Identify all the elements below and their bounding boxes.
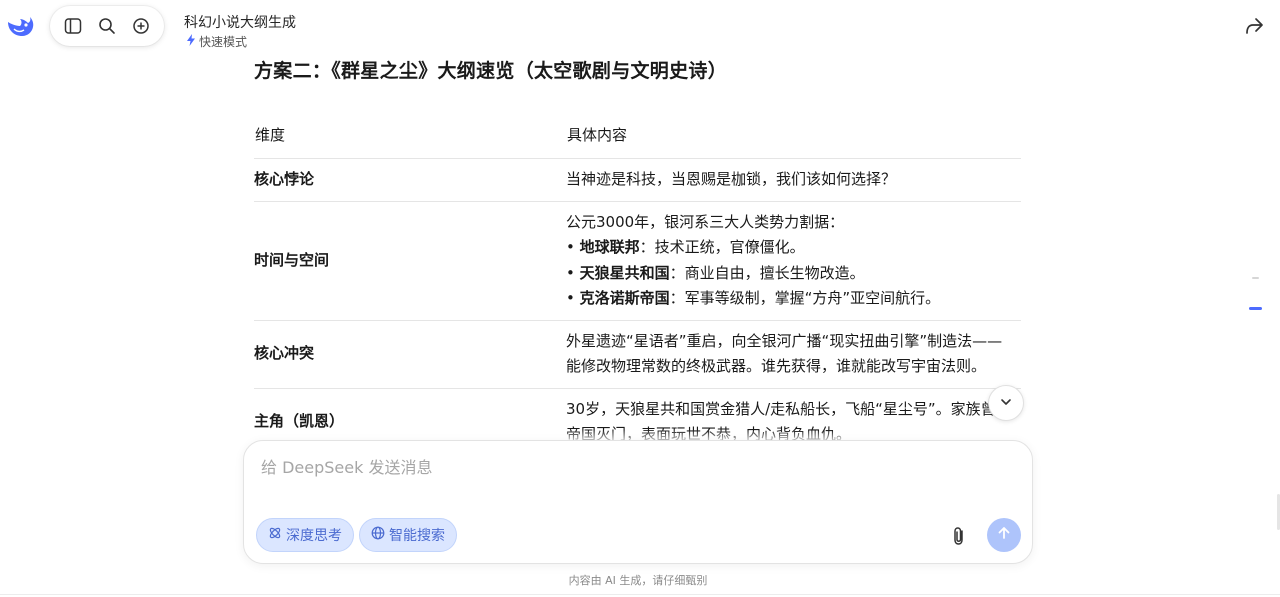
content-line: 30岁，天狼星共和国赏金猎人/走私船长，飞船“星尘号”。家族曾被	[566, 399, 1011, 418]
faction-name: 克洛诺斯帝国	[579, 289, 670, 307]
faction-name: 天狼星共和国	[579, 263, 670, 282]
new-chat-icon[interactable]	[127, 12, 155, 40]
share-icon[interactable]	[1242, 14, 1266, 38]
web-search-toggle[interactable]: 智能搜索	[359, 518, 457, 552]
mode-label: 快速模式	[199, 35, 248, 49]
sidebar-toggle-icon[interactable]	[59, 12, 87, 40]
table-row: 核心冲突 外星遗迹“星语者”重启，向全银河广播“现实扭曲引擎”制造法—— 能修改…	[254, 320, 1021, 389]
table-header-row: 维度 具体内容	[254, 110, 1021, 159]
toc-marker-active[interactable]	[1249, 307, 1262, 310]
content-line: 能修改物理常数的终极武器。谁先获得，谁就能改写宇宙法则。	[566, 357, 987, 375]
message-composer: 深度思考 智能搜索	[243, 440, 1033, 564]
deepseek-logo-icon[interactable]	[5, 13, 35, 39]
message-content: 方案二：《群星之尘》大纲速览（太空歌剧与文明史诗） 维度 具体内容 核心悖论 当…	[254, 52, 1021, 457]
chevron-down-icon	[999, 394, 1013, 413]
deep-think-icon	[268, 526, 282, 544]
content-line: 外星遗迹“星语者”重启，向全银河广播“现实扭曲引擎”制造法——	[566, 331, 1003, 350]
faction-desc: ：军事等级制，掌握“方舟”亚空间航行。	[669, 289, 941, 307]
message-input[interactable]	[259, 457, 1003, 478]
scroll-to-bottom-button[interactable]	[988, 385, 1024, 421]
header-action-group	[50, 6, 164, 46]
column-header-dimension: 维度	[254, 110, 566, 159]
globe-icon	[371, 526, 385, 544]
deep-think-label: 深度思考	[286, 528, 342, 544]
bottom-divider	[0, 594, 1280, 595]
table-row: 核心悖论 当神迹是科技，当恩赐是枷锁，我们该如何选择？	[254, 158, 1021, 202]
faction-name: 地球联邦	[579, 238, 640, 256]
faction-desc: ：商业自由，擅长生物改造。	[669, 263, 865, 282]
ai-disclaimer: 内容由 AI 生成，请仔细甄别	[568, 574, 708, 587]
deep-think-toggle[interactable]: 深度思考	[256, 518, 354, 552]
row-content: 外星遗迹“星语者”重启，向全银河广播“现实扭曲引擎”制造法—— 能修改物理常数的…	[566, 320, 1021, 389]
paperclip-icon[interactable]	[950, 526, 968, 546]
lightning-icon	[186, 34, 196, 49]
row-dimension: 核心悖论	[254, 158, 566, 202]
row-content: 公元3000年，银河系三大人类势力割据： • 地球联邦：技术正统，官僚僵化。 •…	[566, 201, 1021, 321]
mode-indicator: 快速模式	[186, 33, 247, 50]
section-heading: 方案二：《群星之尘》大纲速览（太空歌剧与文明史诗）	[254, 60, 728, 82]
outline-table: 维度 具体内容 核心悖论 当神迹是科技，当恩赐是枷锁，我们该如何选择？ 时间与空…	[254, 110, 1021, 457]
row-dimension: 核心冲突	[254, 320, 566, 389]
list-item: • 克洛诺斯帝国：军事等级制，掌握“方舟”亚空间航行。	[566, 289, 941, 307]
chat-title: 科幻小说大纲生成	[184, 15, 296, 31]
arrow-up-icon	[996, 525, 1012, 545]
row-dimension: 时间与空间	[254, 201, 566, 321]
row-content: 当神迹是科技，当恩赐是枷锁，我们该如何选择？	[566, 158, 1021, 202]
toc-marker[interactable]	[1252, 277, 1259, 279]
send-button[interactable]	[987, 518, 1021, 552]
list-item: • 地球联邦：技术正统，官僚僵化。	[566, 238, 805, 256]
web-search-label: 智能搜索	[389, 528, 445, 544]
content-intro: 公元3000年，银河系三大人类势力割据：	[566, 212, 845, 231]
table-row: 时间与空间 公元3000年，银河系三大人类势力割据： • 地球联邦：技术正统，官…	[254, 201, 1021, 321]
column-header-content: 具体内容	[566, 110, 1021, 159]
list-item: • 天狼星共和国：商业自由，擅长生物改造。	[566, 263, 865, 282]
search-icon[interactable]	[93, 12, 121, 40]
faction-desc: ：技术正统，官僚僵化。	[639, 238, 805, 256]
top-bar: 科幻小说大纲生成 快速模式	[0, 0, 1280, 52]
